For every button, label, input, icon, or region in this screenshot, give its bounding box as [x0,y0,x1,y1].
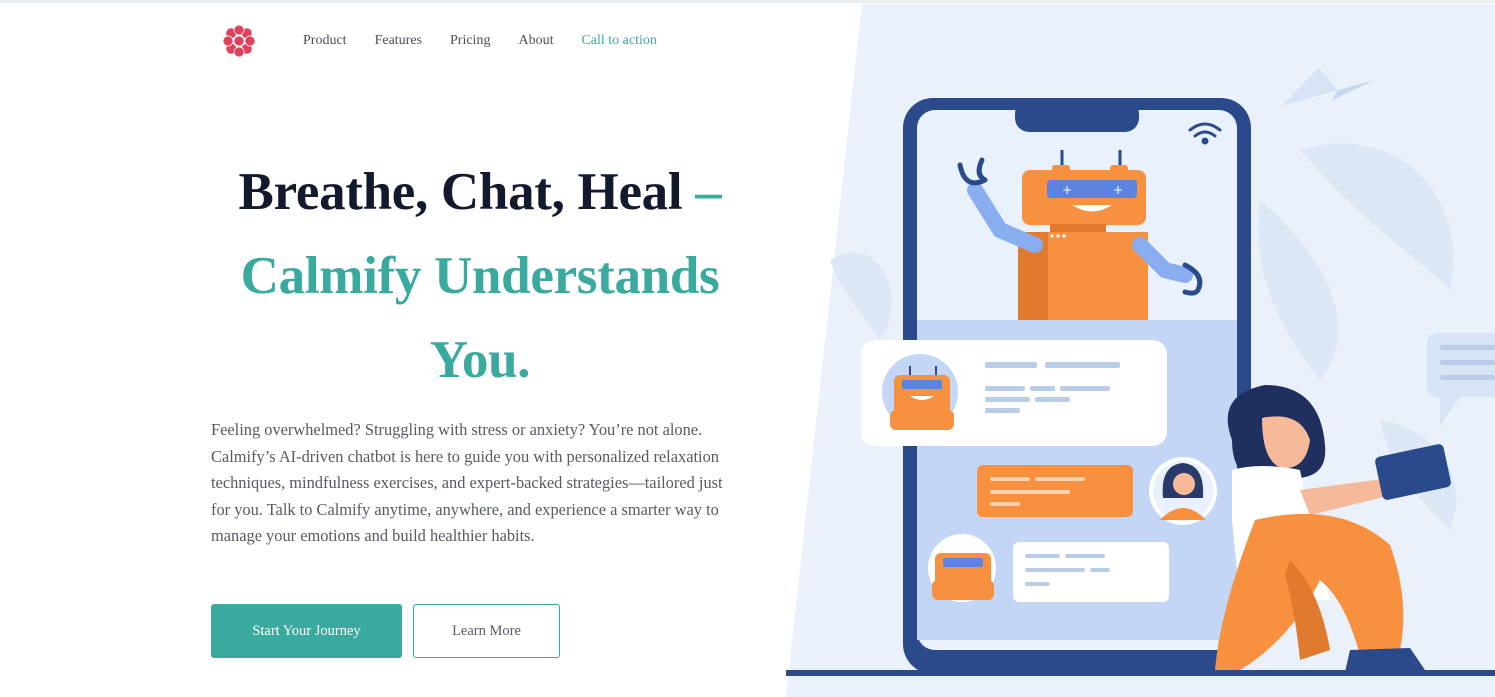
nav-link-about[interactable]: About [518,33,553,49]
phone-icon [903,98,1251,674]
ground-line [786,670,1495,676]
wifi-icon [1188,122,1222,145]
message-bubble-user [977,457,1217,525]
hero-title: Breathe, Chat, Heal – Calmify Understand… [200,150,760,402]
message-bubble-bot-1 [861,340,1167,446]
woman-with-tablet-icon [1215,385,1451,672]
hero-title-dash: – [695,163,722,221]
chat-bubble-icon [1427,333,1495,425]
svg-text:+: + [1113,183,1123,197]
nav-link-pricing[interactable]: Pricing [450,33,490,49]
nav-link-call-to-action[interactable]: Call to action [581,33,656,49]
hero-description: Feeling overwhelmed? Struggling with str… [211,420,723,545]
illustration-background [786,4,1495,697]
top-border [0,0,1495,3]
top-nav: Product Features Pricing About Call to a… [219,20,685,62]
flower-mandala-icon[interactable] [219,21,259,61]
robot-icon: + + [957,150,1203,320]
background-leaves-icon [830,143,1457,530]
hero-title-main: Breathe, Chat, Heal [238,163,683,221]
start-journey-button[interactable]: Start Your Journey [211,604,402,658]
nav-links: Product Features Pricing About Call to a… [303,33,685,49]
learn-more-button[interactable]: Learn More [413,604,560,658]
svg-text:+: + [1062,183,1072,197]
paper-plane-icon [1282,68,1375,106]
message-bubble-bot-2 [928,534,1169,602]
nav-link-product[interactable]: Product [303,33,347,49]
nav-link-features[interactable]: Features [375,33,422,49]
hero-title-tagline: Calmify Understands You. [240,247,720,389]
